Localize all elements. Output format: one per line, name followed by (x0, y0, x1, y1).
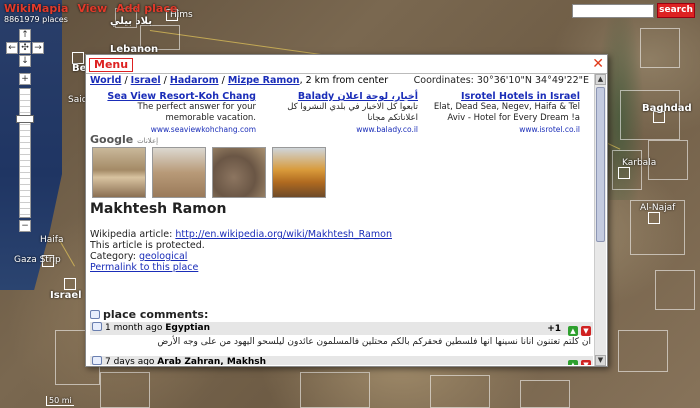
comment-icon (92, 356, 102, 365)
vote-down-icon[interactable]: ▼ (581, 326, 591, 336)
ad-title[interactable]: Isrotel Hotels in Israel (420, 91, 580, 102)
ad-title[interactable]: Sea View Resort-Koh Chang (96, 91, 256, 102)
place-marker[interactable] (64, 278, 76, 290)
map-label: Baghdad (642, 103, 692, 114)
permalink[interactable]: Permalink to this place (90, 262, 198, 273)
pan-left-icon[interactable]: ← (6, 42, 18, 54)
wikipedia-link[interactable]: http://en.wikipedia.org/wiki/Makhtesh_Ra… (175, 229, 392, 240)
place-outline[interactable] (655, 270, 695, 310)
place-marker[interactable] (618, 167, 630, 179)
zoom-slider-thumb[interactable] (16, 115, 34, 123)
top-menu: WikiMapia View Add place (4, 2, 186, 15)
place-title: Makhtesh Ramon (90, 201, 227, 217)
place-outline[interactable] (640, 28, 680, 68)
comment-meta: 7 days ago (105, 357, 158, 365)
place-photo[interactable] (152, 147, 206, 198)
vote-up-icon[interactable]: ▲ (568, 326, 578, 336)
search-input[interactable] (572, 4, 654, 18)
pan-right-icon[interactable]: → (32, 42, 44, 54)
comments-heading: place comments: (90, 308, 208, 321)
comment-author[interactable]: Arab Zahran, Makhsh (157, 357, 266, 365)
zoom-in-icon[interactable]: + (19, 73, 31, 85)
map-scale: 50 mi (46, 396, 74, 406)
place-photo[interactable] (92, 147, 146, 198)
breadcrumb-hadarom[interactable]: Hadarom (170, 75, 219, 86)
comments-heading-text: place comments: (103, 308, 209, 321)
google-brand: Google (90, 133, 134, 146)
vote-up-icon[interactable]: ▲ (568, 360, 578, 365)
menu-wikimapia[interactable]: WikiMapia (4, 2, 68, 15)
breadcrumb-israel[interactable]: Israel (131, 75, 161, 86)
comment-icon (90, 310, 100, 319)
map-label: Gaza Strip (14, 255, 61, 265)
category-link[interactable]: geological (139, 251, 188, 262)
ads-label: إعلانات (137, 137, 159, 145)
place-outline[interactable] (100, 372, 150, 408)
ad-url[interactable]: www.balady.co.il (258, 124, 418, 135)
vote-down-icon[interactable]: ▼ (581, 360, 591, 365)
map-label: Israel (50, 290, 82, 301)
pan-down-icon[interactable]: ↓ (19, 55, 31, 67)
ad-block[interactable]: Isrotel Hotels in Israel Elat, Dead Sea,… (420, 91, 580, 135)
pan-up-icon[interactable]: ↑ (19, 29, 31, 41)
map-label: Karbala (622, 158, 657, 168)
place-info-window: Menu ✕ World / Israel / Hadarom / Mizpe … (85, 54, 608, 367)
breadcrumb-world[interactable]: World (90, 75, 121, 86)
category-label: Category: (90, 251, 139, 262)
place-outline[interactable] (618, 330, 668, 372)
map-label: Haifa (40, 235, 64, 245)
vote-count: +1 (547, 324, 561, 334)
comment-author[interactable]: Egyptian (165, 323, 210, 333)
close-icon[interactable]: ✕ (592, 57, 604, 71)
scroll-thumb[interactable] (596, 87, 605, 242)
ad-url[interactable]: www.isrotel.co.il (420, 124, 580, 135)
place-count: 8861979 places (4, 15, 68, 24)
pan-center-icon[interactable]: ✣ (19, 42, 31, 54)
search-button[interactable]: search (657, 3, 695, 18)
coordinates: Coordinates: 30°36'10"N 34°49'22"E (413, 75, 589, 86)
breadcrumb: World / Israel / Hadarom / Mizpe Ramon, … (90, 75, 389, 86)
place-photo[interactable] (212, 147, 266, 198)
comment-votes: ▲ ▼ (565, 357, 591, 365)
comment-icon (92, 322, 102, 331)
comment-header: 1 month ago Egyptian +1 ▲ ▼ (90, 322, 593, 336)
wiki-label: Wikipedia article: (90, 229, 176, 240)
map-label: Al-Najaf (640, 203, 676, 213)
breadcrumb-mizpe-ramon[interactable]: Mizpe Ramon (228, 75, 300, 86)
ads-by-google[interactable]: Google إعلانات (90, 133, 158, 146)
protected-note: This article is protected. (90, 240, 205, 251)
comment-text: ان كلتم تعتنون انانا نسينها انها فلسطين … (157, 337, 591, 347)
ad-desc: تابعوا كل الاخبار في بلدي النشروا كل اعل… (287, 102, 418, 123)
divider (86, 73, 607, 74)
place-outline[interactable] (520, 380, 570, 408)
place-marker[interactable] (648, 212, 660, 224)
distance-text: , 2 km from center (299, 75, 389, 86)
place-outline[interactable] (620, 90, 680, 140)
place-photo[interactable] (272, 147, 326, 198)
scroll-up-icon[interactable]: ▲ (595, 74, 606, 85)
ad-block[interactable]: Balady أخبار، لوحة اعلان تابعوا كل الاخب… (258, 91, 418, 135)
zoom-slider[interactable] (19, 88, 31, 218)
comment-header: 7 days ago Arab Zahran, Makhsh ▲ ▼ (90, 356, 593, 365)
comment-votes: +1 ▲ ▼ (547, 323, 591, 336)
comment-meta: 1 month ago (105, 323, 166, 333)
window-scrollbar[interactable]: ▲ ▼ (594, 74, 606, 366)
zoom-out-icon[interactable]: − (19, 220, 31, 232)
ad-desc: The perfect answer for your memorable va… (137, 102, 256, 123)
place-info: Wikipedia article: http://en.wikipedia.o… (90, 229, 392, 273)
map-label: بلاد بيلي (110, 16, 152, 27)
ad-desc: Elat, Dead Sea, Negev, Haifa & Tel Aviv … (433, 102, 580, 123)
menu-view[interactable]: View (77, 2, 107, 15)
place-outline[interactable] (300, 372, 370, 408)
window-menu-button[interactable]: Menu (89, 58, 134, 72)
place-outline[interactable] (430, 375, 490, 408)
ad-title[interactable]: Balady أخبار، لوحة اعلان (258, 91, 418, 102)
menu-add-place[interactable]: Add place (116, 2, 177, 15)
scroll-down-icon[interactable]: ▼ (595, 355, 606, 366)
ad-block[interactable]: Sea View Resort-Koh Chang The perfect an… (96, 91, 256, 135)
window-content: World / Israel / Hadarom / Mizpe Ramon, … (90, 75, 593, 365)
